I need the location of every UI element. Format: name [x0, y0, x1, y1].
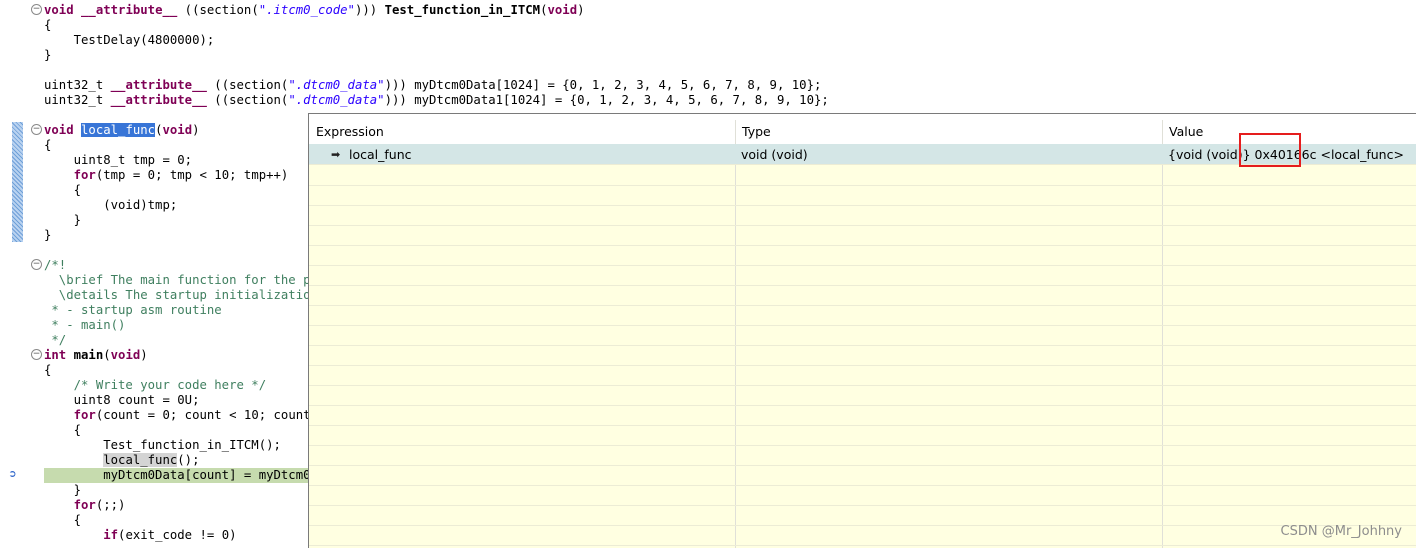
table-row — [309, 285, 1416, 306]
expression-hover-popup[interactable]: Expression Type Value ➡ local_func void … — [308, 113, 1416, 548]
fold-toggle-icon[interactable]: − — [31, 124, 42, 135]
table-row — [309, 465, 1416, 486]
comment-line: /* Write your code here */ — [44, 378, 267, 392]
code-line: { — [44, 513, 82, 527]
table-row — [309, 245, 1416, 266]
table-row — [309, 385, 1416, 406]
code-line: } — [44, 228, 52, 242]
occurrence-ruler-marker — [12, 122, 23, 242]
code-line: (void)tmp; — [44, 198, 178, 212]
code-line: TestDelay(4800000); — [44, 33, 215, 47]
code-line: local_func(); — [103, 453, 200, 467]
code-line: { — [44, 18, 52, 32]
code-line: { — [44, 363, 52, 377]
selected-symbol: local_func — [81, 123, 156, 137]
table-row — [309, 325, 1416, 346]
table-row — [309, 485, 1416, 506]
symbol-occurrence: local_func — [103, 453, 178, 467]
highlight-box — [1239, 133, 1301, 167]
table-row — [309, 205, 1416, 226]
code-line: for(tmp = 0; tmp < 10; tmp++) — [73, 168, 289, 182]
table-row — [309, 425, 1416, 446]
comment-line: \brief The main function for the pro — [44, 273, 326, 287]
comment-line: \details The startup initialization — [44, 288, 318, 302]
code-line: void local_func(void) — [44, 123, 200, 137]
table-row — [309, 225, 1416, 246]
code-line: } — [44, 483, 82, 497]
table-row — [309, 165, 1416, 186]
code-line: Test_function_in_ITCM(); — [44, 438, 281, 452]
table-row — [309, 405, 1416, 426]
code-line: uint8 count = 0U; — [44, 393, 200, 407]
code-line: uint32_t __attribute__ ((section(".dtcm0… — [44, 93, 829, 107]
column-header-value[interactable]: Value — [1169, 124, 1203, 139]
column-header-type[interactable]: Type — [742, 124, 771, 139]
code-line: } — [44, 48, 52, 62]
code-line: int main(void) — [44, 348, 148, 362]
fold-toggle-icon[interactable]: − — [31, 349, 42, 360]
table-row — [309, 445, 1416, 466]
column-header-expression[interactable]: Expression — [316, 124, 384, 139]
comment-line: * - main() — [44, 318, 126, 332]
code-line: { — [44, 183, 82, 197]
table-row — [309, 345, 1416, 366]
fold-toggle-icon[interactable]: − — [31, 259, 42, 270]
fold-toggle-icon[interactable]: − — [31, 4, 42, 15]
comment-line: * - startup asm routine — [44, 303, 222, 317]
code-line: if(exit_code != 0) — [103, 528, 237, 542]
expression-arrow-icon: ➡ — [331, 148, 341, 161]
code-line: } — [44, 213, 82, 227]
comment-line: */ — [44, 333, 67, 347]
code-line: void __attribute__ ((section(".itcm0_cod… — [44, 3, 585, 17]
watermark: CSDN @Mr_Johhny — [1280, 524, 1402, 539]
code-line: { — [44, 138, 52, 152]
table-row — [309, 365, 1416, 386]
table-row — [309, 305, 1416, 326]
cell-type: void (void) — [741, 147, 808, 162]
code-line: { — [44, 423, 82, 437]
instruction-pointer-icon: ➲ — [9, 467, 17, 481]
table-row — [309, 265, 1416, 286]
editor-gutter — [0, 0, 26, 547]
code-line: uint8_t tmp = 0; — [44, 153, 193, 167]
code-line: uint32_t __attribute__ ((section(".dtcm0… — [44, 78, 822, 92]
table-row — [309, 525, 1416, 546]
comment-line: /*! — [44, 258, 67, 272]
current-execution-line: myDtcm0Data[count] = myDtcm0Da — [44, 468, 326, 483]
table-row — [309, 185, 1416, 206]
cell-expression: local_func — [349, 147, 412, 162]
code-line: for(count = 0; count < 10; count++ — [73, 408, 326, 422]
table-row — [309, 505, 1416, 526]
code-line: for(;;) — [73, 498, 126, 512]
